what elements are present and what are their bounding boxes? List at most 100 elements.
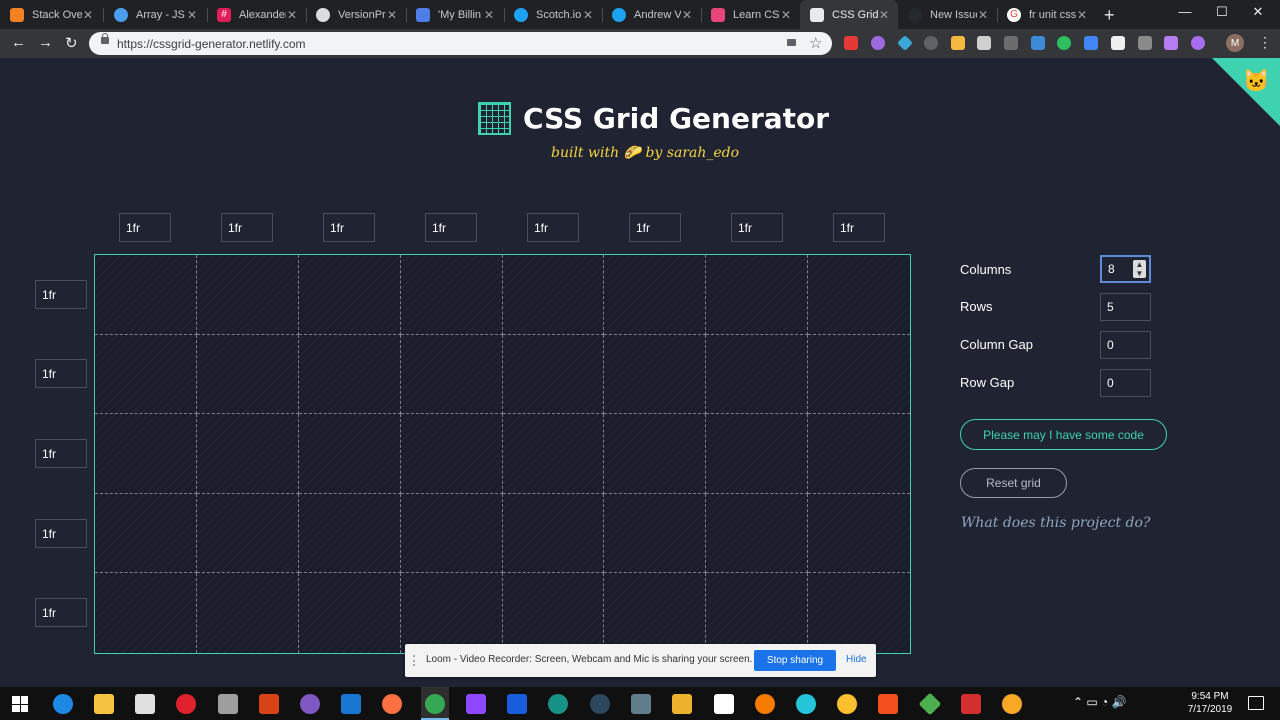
close-icon[interactable]: ✕ — [582, 8, 594, 22]
tab-slack[interactable]: # Alexander ✕ — [207, 0, 306, 29]
close-icon[interactable]: ✕ — [82, 8, 94, 22]
vscode-icon[interactable] — [341, 694, 361, 714]
close-icon[interactable]: ✕ — [977, 8, 989, 22]
leaf-extension-icon[interactable] — [1191, 36, 1205, 50]
grid-cell[interactable] — [95, 493, 197, 574]
column-track-input-2[interactable] — [221, 213, 273, 242]
grid-cell[interactable] — [400, 334, 503, 415]
unity-icon[interactable] — [714, 694, 734, 714]
emacs-icon[interactable] — [300, 694, 320, 714]
column-gap-input[interactable] — [1100, 331, 1151, 359]
sourcetree-icon[interactable] — [631, 694, 651, 714]
grid-cell[interactable] — [95, 255, 197, 335]
grid-cell[interactable] — [95, 414, 197, 494]
number-spinner[interactable]: ▲ ▼ — [1133, 260, 1146, 278]
grid-cell[interactable] — [706, 334, 809, 415]
get-code-button[interactable]: Please may I have some code — [960, 419, 1167, 450]
grid-cell[interactable] — [604, 334, 707, 415]
tab-versionpre[interactable]: VersionPre✕ — [306, 0, 406, 29]
glasses-extension-icon[interactable] — [951, 36, 965, 50]
grid-canvas[interactable] — [94, 254, 911, 654]
steam-icon[interactable] — [590, 694, 610, 714]
tab-stack-overflow[interactable]: Stack Over ✕ — [0, 0, 102, 29]
gitkraken-icon[interactable] — [548, 694, 568, 714]
grid-cell[interactable] — [298, 414, 401, 494]
address-bar[interactable]: https://cssgrid-generator.netlify.com ☆ — [89, 32, 832, 55]
grid-cell[interactable] — [196, 493, 299, 574]
subtitle-author[interactable]: by sarah_edo — [645, 145, 739, 161]
shield-extension-icon[interactable] — [1031, 36, 1045, 50]
grid-cell[interactable] — [299, 573, 401, 653]
column-track-input-1[interactable] — [119, 213, 171, 242]
drag-handle-icon[interactable] — [413, 655, 420, 666]
row-track-input-1[interactable] — [35, 280, 87, 309]
tab-css-grid[interactable]: CSS Grid ✕ — [800, 0, 898, 29]
figma-icon[interactable] — [878, 694, 898, 714]
column-track-input-6[interactable] — [629, 213, 681, 242]
reset-grid-button[interactable]: Reset grid — [960, 468, 1067, 498]
grid-cell[interactable] — [95, 334, 197, 415]
bitwarden-icon[interactable] — [507, 694, 527, 714]
forward-button[interactable]: → — [38, 34, 53, 51]
menu-icon[interactable]: ⋮ — [1258, 34, 1272, 51]
grid-cell[interactable] — [502, 414, 605, 494]
filezilla-icon[interactable] — [259, 694, 279, 714]
octocat-icon[interactable]: 🐱 — [1243, 68, 1270, 94]
firefox-icon[interactable] — [382, 694, 402, 714]
column-track-input-3[interactable] — [323, 213, 375, 242]
close-icon[interactable]: ✕ — [780, 8, 792, 22]
stop-sharing-button[interactable]: Stop sharing — [754, 650, 836, 671]
feather-extension-icon[interactable] — [871, 36, 885, 50]
grid-cell[interactable] — [604, 255, 707, 335]
grid-cell[interactable] — [706, 493, 809, 574]
edge-icon[interactable] — [53, 694, 73, 714]
acrobat-icon[interactable] — [961, 694, 981, 714]
grid-cell[interactable] — [298, 493, 401, 574]
colorful-extension-icon[interactable] — [1164, 36, 1178, 50]
rows-input[interactable] — [1100, 293, 1151, 321]
grid-cell[interactable] — [604, 414, 707, 494]
archive-icon[interactable] — [218, 694, 238, 714]
sublime-icon[interactable] — [918, 692, 942, 716]
column-track-input-4[interactable] — [425, 213, 477, 242]
grid-cell[interactable] — [808, 573, 910, 653]
column-track-input-5[interactable] — [527, 213, 579, 242]
bookmark-star-icon[interactable]: ☆ — [809, 34, 822, 52]
grid-cell[interactable] — [400, 255, 503, 335]
reload-button[interactable]: ↻ — [65, 34, 78, 52]
slack-taskbar-icon[interactable] — [672, 694, 692, 714]
close-icon[interactable]: ✕ — [386, 8, 398, 22]
grid-cell[interactable] — [706, 414, 809, 494]
evernote-extension-icon[interactable] — [1057, 36, 1071, 50]
maximize-button[interactable]: ☐ — [1207, 4, 1237, 20]
circle-extension-icon[interactable] — [924, 36, 938, 50]
grid-cell[interactable] — [298, 334, 401, 415]
hide-banner-link[interactable]: Hide — [846, 654, 867, 665]
grid-cell[interactable] — [400, 414, 503, 494]
column-track-input-8[interactable] — [833, 213, 885, 242]
close-icon[interactable]: ✕ — [483, 8, 495, 22]
system-tray[interactable]: ⌃ ▭ ◔ 🔊 — [1073, 695, 1127, 709]
new-tab-button[interactable]: + — [1104, 5, 1115, 26]
minimize-button[interactable]: — — [1170, 4, 1200, 19]
tab-learn-css[interactable]: Learn CSS✕ — [701, 0, 800, 29]
clock[interactable]: 9:54 PM 7/17/2019 — [1186, 690, 1234, 716]
tab-my-billing[interactable]: 'My Billin ✕ — [406, 0, 503, 29]
project-info-link[interactable]: What does this project do? — [961, 515, 1150, 531]
grid-cell[interactable] — [502, 255, 605, 335]
close-icon[interactable]: ✕ — [1076, 8, 1088, 22]
notion-extension-icon[interactable] — [1111, 36, 1125, 50]
notification-icon[interactable] — [1248, 696, 1264, 710]
grid-cell[interactable] — [196, 414, 299, 494]
pen-extension-icon[interactable] — [1138, 36, 1152, 50]
windows-start-icon[interactable] — [12, 696, 28, 712]
chrome-canary-icon[interactable] — [1002, 694, 1022, 714]
tab-new-issue[interactable]: New Issue ✕ — [898, 0, 997, 29]
grid-cell[interactable] — [95, 573, 197, 653]
translate-extension-icon[interactable] — [1084, 36, 1098, 50]
grid-cell[interactable] — [706, 573, 809, 653]
row-gap-input[interactable] — [1100, 369, 1151, 397]
chrome-icon[interactable] — [425, 694, 445, 714]
row-track-input-3[interactable] — [35, 439, 87, 468]
grid-cell[interactable] — [503, 573, 605, 653]
